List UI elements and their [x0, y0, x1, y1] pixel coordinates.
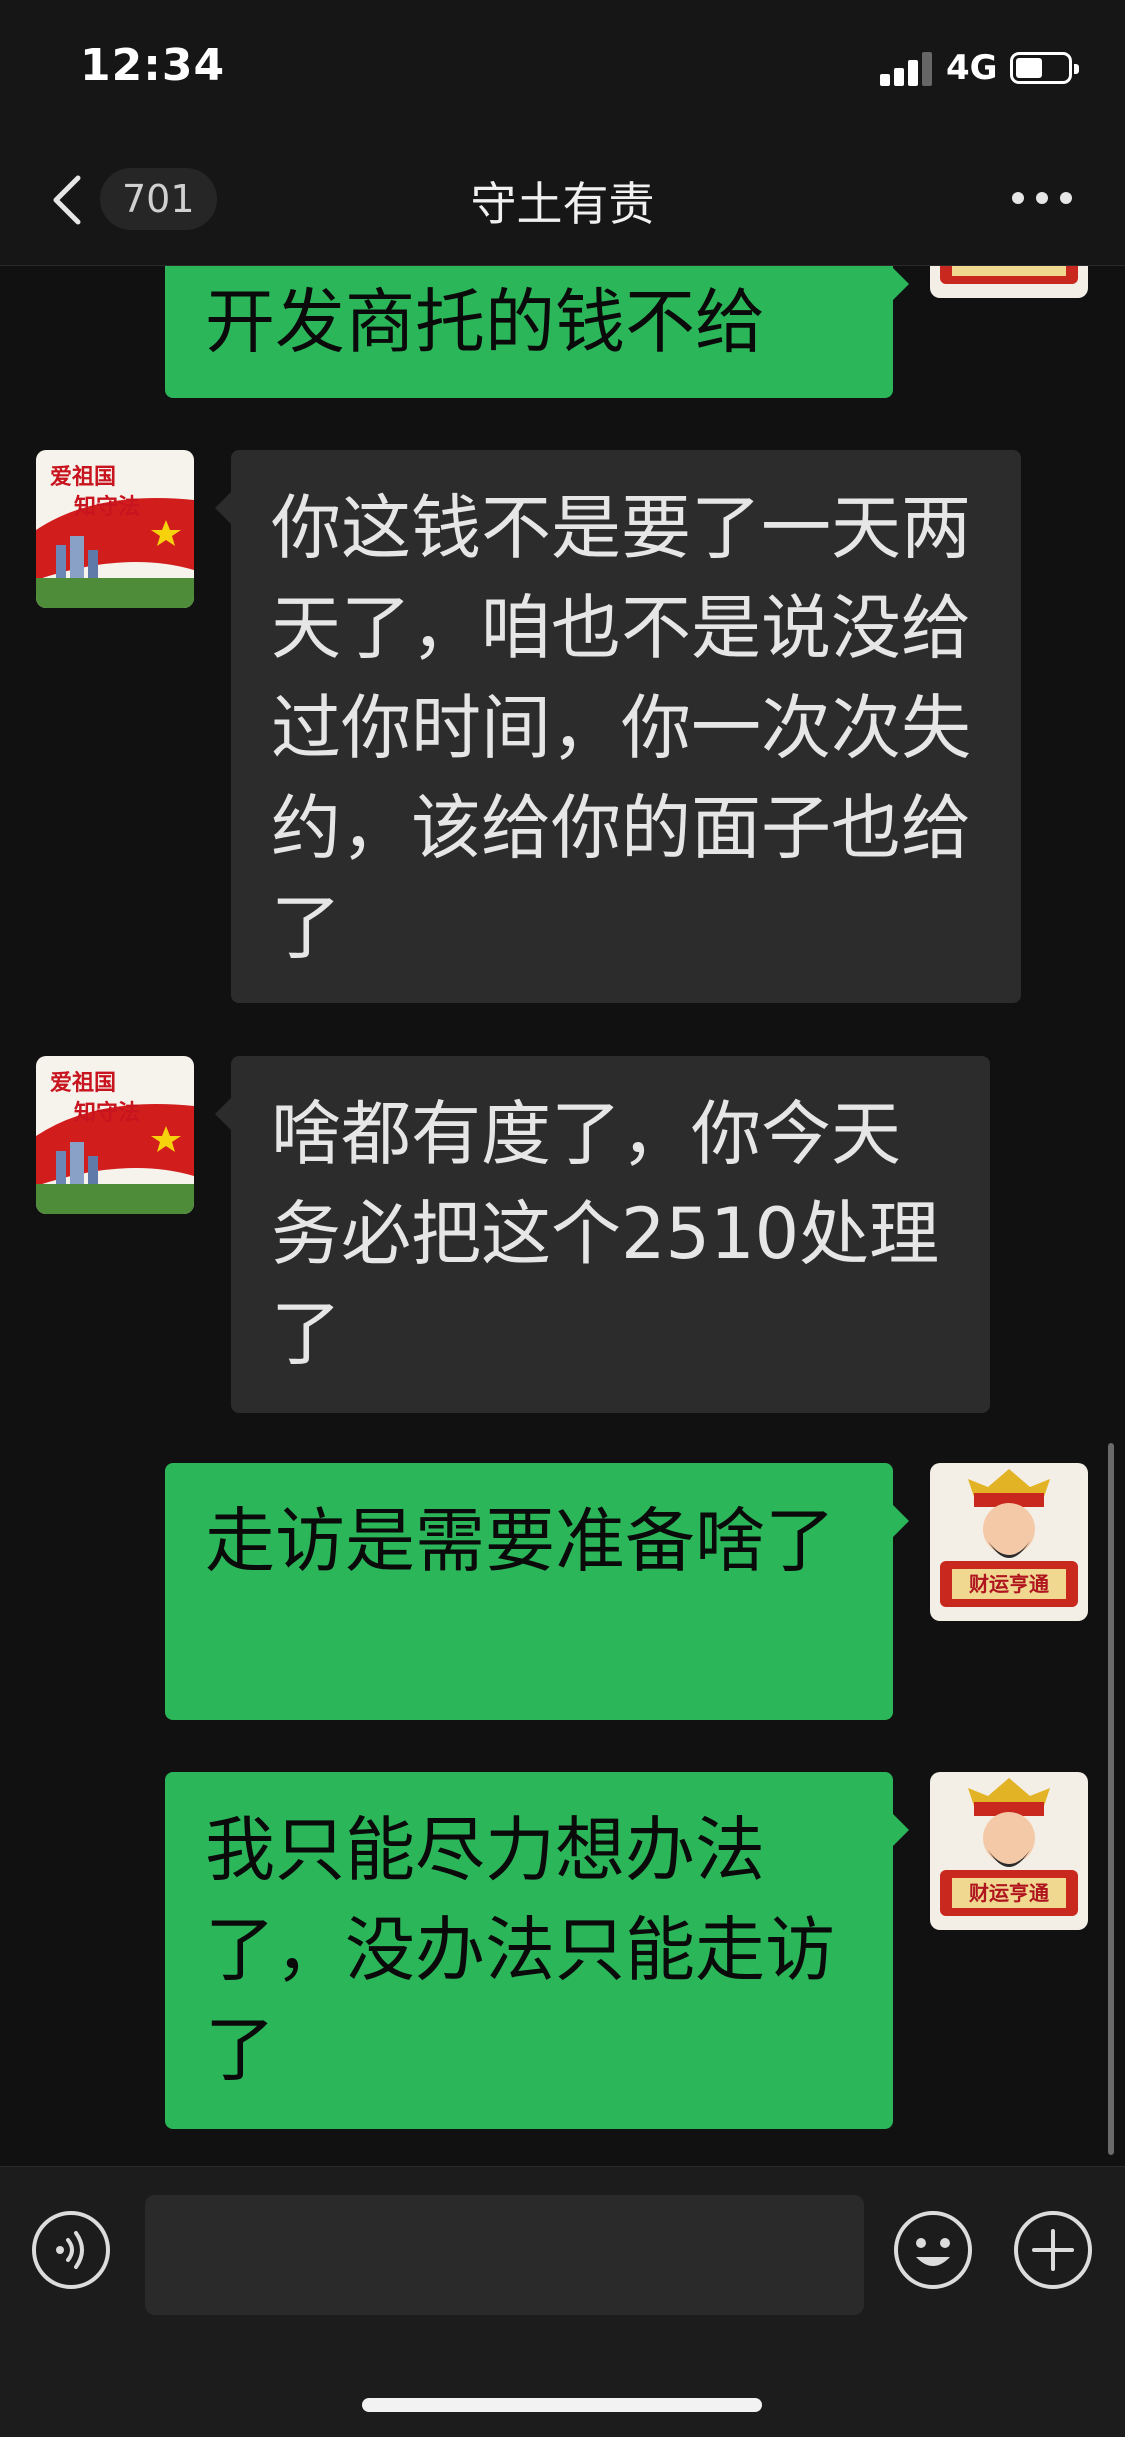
voice-icon[interactable]	[30, 2209, 112, 2291]
message-bubble-incoming[interactable]: 你这钱不是要了一天两天了，咱也不是说没给过你时间，你一次次失约，该给你的面子也给…	[215, 450, 1021, 1003]
scrollbar[interactable]	[1108, 1443, 1114, 2155]
patriotic-flag-avatar[interactable]: 爱祖国 知守法	[36, 1056, 194, 1214]
god-of-wealth-avatar[interactable]: 财运亨通	[930, 1463, 1088, 1621]
message-list[interactable]: 开发商托的钱不给 爱祖国 知守法 你这钱不是要了一天两天了，咱也不是说没给过你时…	[0, 266, 1125, 2166]
signal-icon	[880, 52, 934, 86]
message-bubble-incoming[interactable]: 啥都有度了，你今天务必把这个2510处理了	[215, 1056, 990, 1413]
avatar-caption: 爱祖国	[50, 1070, 116, 1096]
avatar-caption: 知守法	[74, 494, 140, 520]
avatar-caption: 爱祖国	[50, 464, 116, 490]
message-text: 你这钱不是要了一天两天了，咱也不是说没给过你时间，你一次次失约，该给你的面子也给…	[271, 487, 971, 969]
chat-title: 守土有责	[470, 177, 655, 231]
input-bar	[0, 2166, 1125, 2437]
chat-header: 701 守土有责	[0, 130, 1125, 266]
message-text: 啥都有度了，你今天务必把这个2510处理了	[271, 1093, 940, 1375]
avatar-caption: 知守法	[74, 1100, 140, 1126]
god-of-wealth-avatar[interactable]	[930, 266, 1088, 298]
message-text: 走访是需要准备啥了	[205, 1500, 835, 1582]
network-type: 4G	[946, 48, 998, 88]
status-time: 12:34	[80, 40, 226, 91]
ellipsis-icon[interactable]	[1010, 190, 1074, 206]
status-bar: 12:34 4G	[0, 0, 1125, 130]
emoji-icon[interactable]	[892, 2209, 974, 2291]
battery-icon	[1010, 52, 1079, 84]
home-indicator[interactable]	[362, 2398, 762, 2412]
message-bubble-outgoing[interactable]: 我只能尽力想办法了，没办法只能走访了	[165, 1772, 909, 2129]
avatar-caption: 财运亨通	[969, 1881, 1049, 1905]
message-text: 我只能尽力想办法了，没办法只能走访了	[205, 1809, 835, 2091]
message-text: 开发商托的钱不给	[205, 281, 765, 363]
patriotic-flag-avatar[interactable]: 爱祖国 知守法	[36, 450, 194, 608]
plus-icon[interactable]	[1012, 2209, 1094, 2291]
message-bubble-outgoing[interactable]: 走访是需要准备啥了	[165, 1463, 909, 1720]
message-input[interactable]	[145, 2195, 864, 2315]
message-bubble-outgoing[interactable]: 开发商托的钱不给	[165, 266, 909, 398]
avatar-caption: 财运亨通	[969, 1572, 1049, 1596]
god-of-wealth-avatar[interactable]: 财运亨通	[930, 1772, 1088, 1930]
